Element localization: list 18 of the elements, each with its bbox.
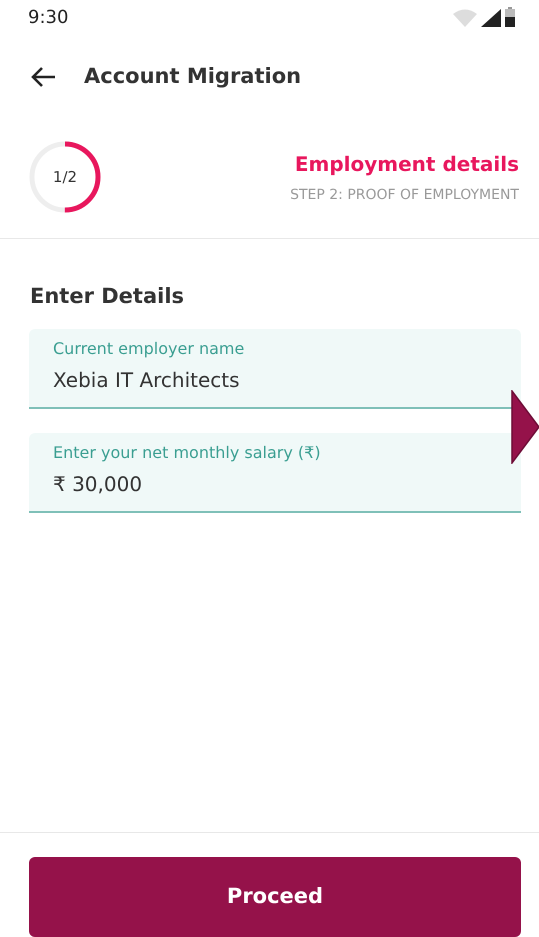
back-arrow-icon[interactable]	[30, 66, 56, 88]
step-subtitle: STEP 2: PROOF OF EMPLOYMENT	[290, 186, 519, 204]
field-value[interactable]: Xebia IT Architects	[53, 364, 497, 394]
battery-icon	[505, 7, 515, 27]
field-value[interactable]: ₹ 30,000	[53, 468, 497, 498]
field-label: Current employer name	[53, 338, 246, 360]
section-heading: Enter Details	[29, 283, 186, 310]
triangle-marker-icon	[511, 390, 539, 464]
step-title: Employment details	[294, 150, 519, 178]
step-counter: 1/2	[52, 166, 78, 188]
signal-icon	[481, 9, 501, 27]
field-label: Enter your net monthly salary (₹)	[53, 442, 322, 464]
wifi-icon	[453, 9, 477, 27]
input-field[interactable]: Current employer name Xebia IT Architects	[29, 328, 521, 408]
input-field[interactable]: Enter your net monthly salary (₹) ₹ 30,000	[29, 432, 521, 512]
status-time: 9:30	[28, 6, 68, 30]
screen-title: Account Migration	[84, 63, 302, 90]
proceed-button[interactable]: Proceed	[29, 857, 521, 937]
